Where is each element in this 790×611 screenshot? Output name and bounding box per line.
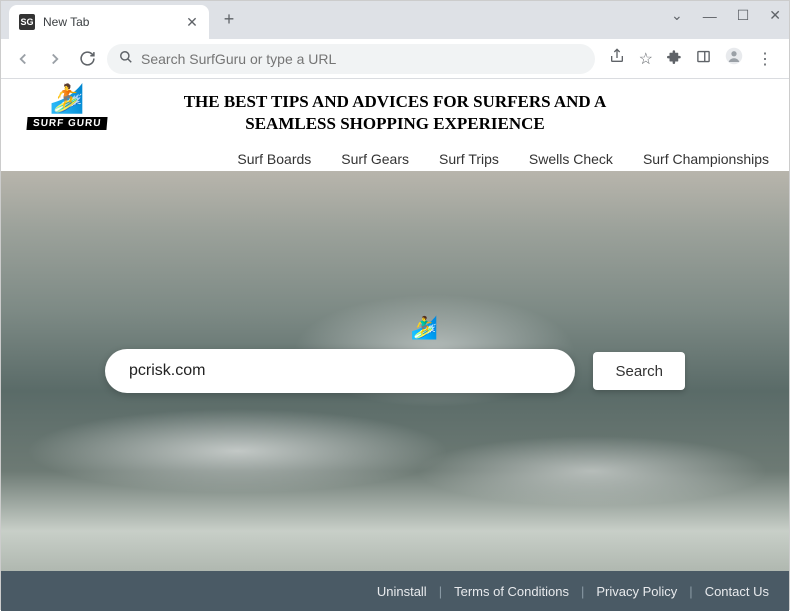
- footer: Uninstall | Terms of Conditions | Privac…: [1, 571, 789, 611]
- nav-surf-boards[interactable]: Surf Boards: [237, 151, 311, 167]
- search-bar: Search: [105, 349, 685, 393]
- omnibox-input[interactable]: [141, 51, 583, 67]
- address-bar[interactable]: [107, 44, 595, 74]
- nav-surf-gears[interactable]: Surf Gears: [341, 151, 409, 167]
- browser-titlebar: SG New Tab ✕ + ⌄ — ☐ ✕: [1, 1, 789, 39]
- nav-swells-check[interactable]: Swells Check: [529, 151, 613, 167]
- page-content: 🏄 SURF GURU THE BEST TIPS AND ADVICES FO…: [1, 79, 789, 611]
- nav-surf-trips[interactable]: Surf Trips: [439, 151, 499, 167]
- footer-contact[interactable]: Contact Us: [705, 584, 769, 599]
- tab-title: New Tab: [43, 15, 177, 29]
- close-icon[interactable]: ✕: [185, 15, 199, 29]
- forward-button[interactable]: [43, 47, 67, 71]
- window-controls: ⌄ — ☐ ✕: [671, 7, 781, 24]
- surfer-icon: 🏄: [17, 85, 117, 113]
- new-tab-button[interactable]: +: [217, 7, 241, 31]
- site-header: 🏄 SURF GURU THE BEST TIPS AND ADVICES FO…: [1, 79, 789, 171]
- search-icon: [119, 50, 133, 67]
- nav-surf-championships[interactable]: Surf Championships: [643, 151, 769, 167]
- menu-icon[interactable]: ⋮: [757, 49, 773, 69]
- minimize-icon[interactable]: —: [703, 7, 717, 24]
- page-headline: THE BEST TIPS AND ADVICES FOR SURFERS AN…: [17, 87, 773, 135]
- hero-image: 🏄‍♂️ Search: [1, 171, 789, 571]
- search-field[interactable]: [105, 349, 575, 393]
- bookmark-icon[interactable]: ☆: [639, 49, 653, 69]
- main-nav: Surf Boards Surf Gears Surf Trips Swells…: [237, 151, 769, 167]
- logo-text: SURF GURU: [26, 117, 108, 130]
- sidepanel-icon[interactable]: [696, 49, 711, 69]
- extensions-icon[interactable]: [667, 49, 682, 69]
- close-window-icon[interactable]: ✕: [769, 7, 781, 24]
- chevron-down-icon[interactable]: ⌄: [671, 7, 683, 24]
- search-button[interactable]: Search: [593, 352, 685, 390]
- footer-privacy[interactable]: Privacy Policy: [596, 584, 677, 599]
- share-icon[interactable]: [609, 48, 625, 69]
- maximize-icon[interactable]: ☐: [737, 7, 750, 24]
- tab-favicon: SG: [19, 14, 35, 30]
- footer-terms[interactable]: Terms of Conditions: [454, 584, 569, 599]
- logo[interactable]: 🏄 SURF GURU: [17, 85, 117, 131]
- back-button[interactable]: [11, 47, 35, 71]
- browser-tab[interactable]: SG New Tab ✕: [9, 5, 209, 39]
- profile-icon[interactable]: [725, 47, 743, 70]
- footer-uninstall[interactable]: Uninstall: [377, 584, 427, 599]
- browser-toolbar: ☆ ⋮: [1, 39, 789, 79]
- search-input[interactable]: [129, 362, 551, 380]
- reload-button[interactable]: [75, 47, 99, 71]
- surfer-figure: 🏄‍♂️: [411, 315, 438, 341]
